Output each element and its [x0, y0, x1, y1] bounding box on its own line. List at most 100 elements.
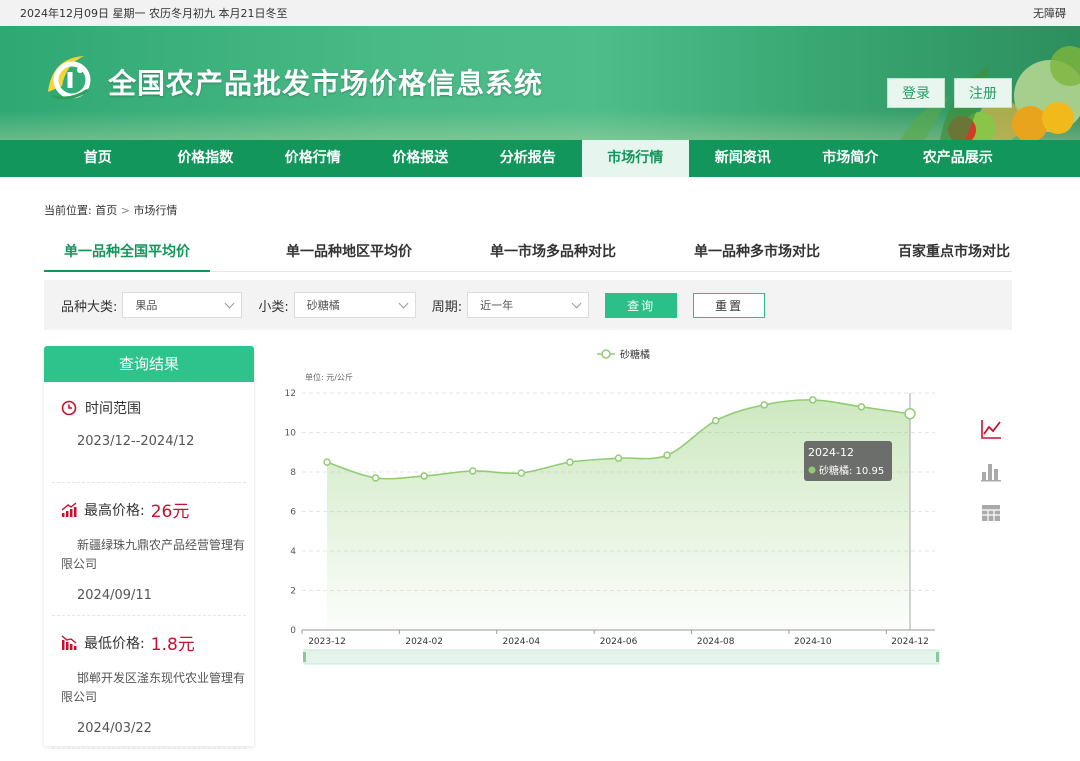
tab-variety-multi-market[interactable]: 单一品种多市场对比 [692, 236, 822, 272]
result-panel: 查询结果 时间范围 2023/12--2024/12 最高价格: 26元 新疆绿… [44, 346, 254, 749]
data-point[interactable] [711, 416, 720, 425]
main-nav: 首页 价格指数 价格行情 价格报送 分析报告 市场行情 新闻资讯 市场简介 农产… [0, 140, 1080, 177]
result-header: 查询结果 [44, 346, 254, 382]
y-tick-label: 4 [290, 547, 296, 557]
nav-news[interactable]: 新闻资讯 [689, 140, 797, 177]
data-point[interactable] [809, 396, 817, 404]
period-value: 近一年 [480, 299, 514, 312]
register-button[interactable]: 注册 [954, 78, 1012, 108]
max-price-date: 2024/09/11 [77, 588, 152, 603]
chevron-down-icon [224, 298, 235, 308]
nav-market-quotes[interactable]: 市场行情 [581, 140, 689, 177]
filter-bar: 品种大类: 果品 小类: 砂糖橘 周期: 近一年 查询 重置 [44, 280, 1012, 330]
data-point[interactable] [566, 458, 574, 466]
login-button[interactable]: 登录 [887, 78, 945, 108]
max-price-label: 最高价格: [84, 502, 145, 519]
date-text: 2024年12月09日 星期一 农历冬月初九 本月21日冬至 [20, 7, 288, 20]
nav-price-report[interactable]: 价格报送 [367, 140, 475, 177]
min-price-date: 2024/03/22 [77, 721, 152, 736]
category-select[interactable]: 果品 [122, 292, 243, 318]
nav-products[interactable]: 农产品展示 [904, 140, 1012, 177]
data-point[interactable] [663, 451, 671, 459]
tooltip-label: 砂糖橘: 10.95 [819, 464, 884, 477]
nav-price-index[interactable]: 价格指数 [152, 140, 260, 177]
chart-zoom-slider[interactable] [303, 649, 940, 665]
trend-down-icon [61, 634, 77, 650]
line-chart-icon[interactable] [980, 418, 1002, 440]
y-tick-label: 6 [290, 508, 296, 518]
y-tick-label: 12 [285, 389, 296, 399]
nav-home[interactable]: 首页 [44, 140, 152, 177]
breadcrumb: 当前位置: 首页 > 市场行情 [44, 202, 177, 218]
x-tick-label: 2024-08 [697, 637, 735, 647]
nav-analysis[interactable]: 分析报告 [474, 140, 582, 177]
data-point[interactable] [469, 467, 477, 475]
table-view-icon[interactable] [980, 502, 1002, 524]
top-bar: 2024年12月09日 星期一 农历冬月初九 本月21日冬至 无障碍 [0, 0, 1080, 26]
time-range-value: 2023/12--2024/12 [77, 434, 195, 449]
x-tick-label: 2024-12 [891, 637, 929, 647]
x-tick-label: 2024-04 [503, 637, 541, 647]
site-logo-icon [48, 56, 91, 100]
sub-value: 砂糖橘 [306, 299, 340, 312]
min-price-label: 最低价格: [84, 635, 145, 652]
x-tick-label: 2024-06 [600, 637, 638, 647]
series-area [327, 399, 910, 630]
chart-type-switcher [980, 418, 1004, 524]
trend-up-icon [61, 501, 77, 517]
x-tick-label: 2024-10 [794, 637, 832, 647]
y-tick-label: 2 [290, 587, 296, 597]
chevron-down-icon [571, 298, 582, 308]
period-label: 周期: [431, 299, 463, 315]
zoom-handle-left[interactable] [303, 652, 306, 662]
chart-tooltip: 2024-12 砂糖橘: 10.95 [804, 440, 892, 481]
chart-legend[interactable]: 砂糖橘 [597, 348, 650, 361]
header-banner: 全国农产品批发市场价格信息系统 登录 注册 [0, 26, 1080, 140]
breadcrumb-current: 市场行情 [133, 204, 178, 217]
clock-icon [61, 400, 77, 416]
data-point[interactable] [904, 407, 916, 420]
data-point[interactable] [614, 454, 623, 462]
category-label: 品种大类: [61, 299, 118, 315]
data-point[interactable] [857, 403, 866, 411]
tab-hundred-markets[interactable]: 百家重点市场对比 [896, 236, 1012, 272]
breadcrumb-home[interactable]: 首页 [95, 204, 117, 217]
breadcrumb-separator: > [120, 204, 130, 217]
nav-price-quotes[interactable]: 价格行情 [259, 140, 367, 177]
min-price-value: 1.8元 [150, 635, 195, 655]
sub-select[interactable]: 砂糖橘 [293, 292, 416, 318]
price-chart: 砂糖橘 单位: 元/公斤 0 2 4 6 8 10 12 2023-12 2024-02 202… [275, 340, 975, 680]
category-value: 果品 [135, 299, 158, 312]
chevron-down-icon [398, 298, 409, 308]
period-select[interactable]: 近一年 [467, 292, 590, 318]
data-point[interactable] [517, 469, 526, 477]
price-chart-svg: 砂糖橘 单位: 元/公斤 0 2 4 6 8 10 12 2023-12 2024-02 202… [285, 348, 940, 665]
reset-button[interactable]: 重置 [693, 292, 766, 318]
min-price-market: 邯郸开发区滏东现代农业管理有限公司 [61, 671, 246, 704]
time-range-label: 时间范围 [85, 401, 141, 417]
nav-market-intro[interactable]: 市场简介 [797, 140, 905, 177]
data-point[interactable] [371, 474, 380, 482]
y-tick-label: 10 [285, 429, 297, 439]
breadcrumb-prefix: 当前位置: [44, 204, 92, 217]
data-point[interactable] [323, 458, 331, 466]
tooltip-title: 2024-12 [808, 446, 854, 459]
legend-series-name: 砂糖橘 [620, 348, 650, 361]
bar-chart-icon[interactable] [980, 460, 1002, 482]
site-title: 全国农产品批发市场价格信息系统 [108, 67, 544, 100]
sub-label: 小类: [258, 299, 289, 315]
tab-national-average[interactable]: 单一品种全国平均价 [44, 236, 210, 272]
tab-market-multi-variety[interactable]: 单一市场多品种对比 [488, 236, 618, 272]
query-tabs: 单一品种全国平均价 单一品种地区平均价 单一市场多品种对比 单一品种多市场对比 … [44, 236, 1012, 272]
max-price-market: 新疆绿珠九鼎农产品经营管理有限公司 [61, 538, 246, 571]
zoom-handle-right[interactable] [936, 652, 939, 662]
query-button[interactable]: 查询 [605, 292, 678, 318]
x-tick-label: 2023-12 [308, 637, 346, 647]
chart-unit-label: 单位: 元/公斤 [305, 372, 353, 382]
data-point[interactable] [420, 472, 428, 480]
y-tick-label: 8 [290, 468, 296, 478]
tab-regional-average[interactable]: 单一品种地区平均价 [284, 236, 414, 272]
data-point[interactable] [760, 401, 768, 409]
accessibility-link[interactable]: 无障碍 [1033, 5, 1066, 21]
max-price-value: 26元 [150, 502, 190, 522]
